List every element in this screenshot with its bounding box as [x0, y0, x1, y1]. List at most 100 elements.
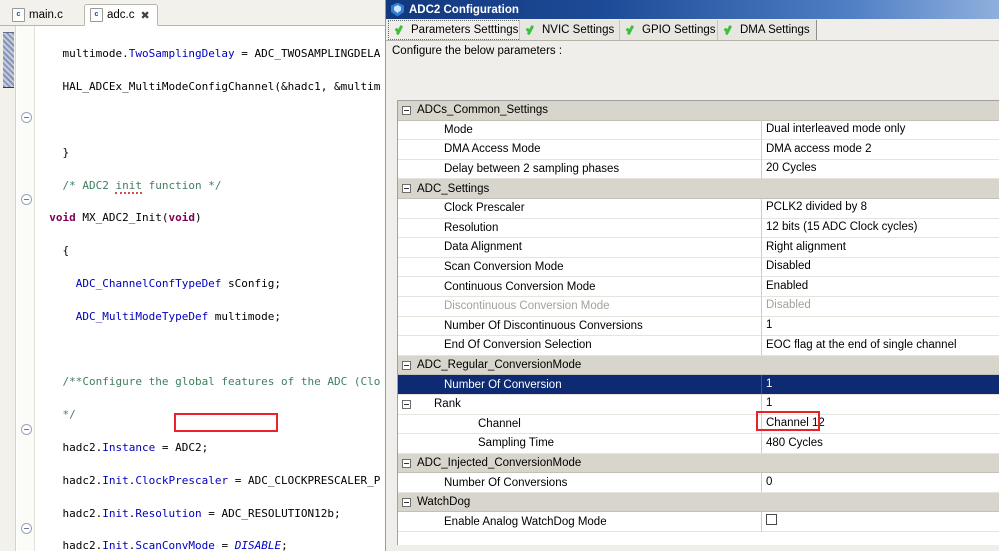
parameter-label: ADC_Settings [417, 182, 490, 195]
parameter-value[interactable]: Right alignment [761, 237, 999, 258]
editor-tab-bar: c main.c c adc.c ✖ [0, 0, 385, 26]
parameter-value [761, 355, 999, 375]
table-row[interactable]: ADC_Settings [398, 179, 999, 199]
table-row[interactable]: Clock Prescaler PCLK2 divided by 8 [398, 198, 999, 219]
dialog-subtitle: Configure the below parameters : [392, 45, 563, 57]
code-editor-pane: c main.c c adc.c ✖ multimode.TwoSampling… [0, 0, 385, 551]
editor-tab-adc-c[interactable]: c adc.c ✖ [84, 4, 158, 26]
dialog-title-bar: ADC2 Configuration [386, 0, 999, 19]
table-row[interactable]: Data Alignment Right alignment [398, 237, 999, 258]
table-row[interactable]: Rank 1 [398, 394, 999, 415]
table-row[interactable]: Discontinuous Conversion Mode Disabled [398, 296, 999, 317]
parameter-label: ADCs_Common_Settings [417, 104, 549, 117]
parameter-value [761, 492, 999, 512]
parameters-grid[interactable]: ADCs_Common_Settings Mode Dual interleaved… [397, 100, 999, 545]
c-file-icon: c [12, 8, 25, 22]
parameter-value[interactable]: 12 bits (15 ADC Clock cycles) [761, 218, 999, 238]
table-row[interactable]: End Of Conversion Selection EOC flag at t… [398, 335, 999, 370]
table-row[interactable]: Scan Conversion Mode Disabled [398, 257, 999, 278]
parameter-value[interactable]: 20 Cycles [761, 159, 999, 179]
parameter-value [761, 101, 999, 120]
close-icon[interactable]: ✖ [141, 9, 150, 22]
fold-toggle-icon[interactable] [21, 112, 32, 123]
table-row[interactable]: ADC_Injected_ConversionMode [398, 453, 999, 474]
table-row[interactable]: DMA Access Mode DMA access mode 2 [398, 139, 999, 160]
tab-gpio-settings[interactable]: GPIO Settings [619, 20, 723, 40]
collapse-toggle-icon[interactable] [402, 360, 411, 370]
fold-toggle-icon[interactable] [21, 424, 32, 435]
parameter-label: DMA Access Mode [444, 143, 541, 156]
parameter-value [761, 179, 999, 199]
table-row[interactable]: Sampling Time 480 Cycles [398, 433, 999, 454]
parameter-value[interactable]: 1 [761, 394, 999, 414]
shield-icon [391, 2, 404, 17]
table-row[interactable]: Channel Channel 12 [398, 414, 999, 435]
table-row[interactable]: WatchDog [398, 492, 999, 513]
parameter-label: Resolution [444, 221, 499, 234]
parameter-label: Sampling Time [478, 437, 555, 450]
dialog-tab-bar: Parameters Setttings NVIC Settings GPIO … [386, 19, 999, 41]
parameter-value[interactable]: Channel 12 [761, 414, 999, 434]
collapse-toggle-icon[interactable] [402, 106, 411, 115]
parameter-label: Number Of Conversion [444, 378, 562, 391]
parameter-label: End Of Conversion Selection [444, 339, 592, 352]
adc-configuration-dialog: ADC2 Configuration Parameters Setttings … [385, 0, 999, 551]
table-row[interactable]: Enable Analog WatchDog Mode [398, 511, 999, 533]
parameter-value[interactable]: Disabled [761, 257, 999, 277]
table-row[interactable]: ADCs_Common_Settings [398, 101, 999, 121]
fold-toggle-icon[interactable] [21, 194, 32, 205]
parameter-value[interactable]: 0 [761, 472, 999, 493]
parameter-label: ADC_Injected_ConversionMode [417, 456, 582, 469]
editor-tab-main-c[interactable]: c main.c [6, 4, 71, 26]
parameter-value[interactable]: Disabled [761, 296, 999, 317]
parameter-label: WatchDog [417, 496, 471, 509]
editor-tab-label: main.c [29, 9, 63, 21]
collapse-toggle-icon[interactable] [402, 458, 411, 468]
table-row[interactable]: Number Of Conversion 1 [398, 374, 999, 395]
parameter-label: Continuous Conversion Mode [444, 280, 596, 293]
parameter-label: Channel [478, 417, 521, 430]
checkbox-icon[interactable] [766, 514, 777, 526]
collapse-toggle-icon[interactable] [402, 497, 411, 507]
parameter-label: Delay between 2 sampling phases [444, 163, 620, 176]
table-row[interactable]: Number Of Conversions 0 [398, 472, 999, 493]
parameter-value[interactable]: PCLK2 divided by 8 [761, 198, 999, 219]
editor-folding-column[interactable] [17, 26, 35, 551]
c-file-icon: c [90, 8, 103, 22]
parameter-label: Number Of Conversions [444, 476, 568, 489]
collapse-toggle-icon[interactable] [402, 184, 411, 194]
parameter-value[interactable]: 480 Cycles [761, 433, 999, 454]
parameter-value[interactable]: Dual interleaved mode only [761, 120, 999, 140]
table-row[interactable]: Number Of Discontinuous Conversions 1 [398, 316, 999, 337]
ruler-marker[interactable] [3, 32, 14, 88]
fold-toggle-icon[interactable] [21, 523, 32, 534]
table-row[interactable]: Mode Dual interleaved mode only [398, 120, 999, 141]
table-row[interactable]: Resolution 12 bits (15 ADC Clock cycles) [398, 218, 999, 239]
tab-label: Parameters Setttings [411, 24, 519, 36]
parameter-value[interactable]: Enabled [761, 276, 999, 297]
parameter-label: Number Of Discontinuous Conversions [444, 319, 643, 332]
parameter-label: Enable Analog WatchDog Mode [444, 515, 607, 528]
page-title: ADC2 Configuration [409, 3, 519, 16]
parameter-value[interactable]: DMA access mode 2 [761, 139, 999, 160]
editor-overview-ruler[interactable] [0, 26, 16, 551]
parameter-label: Rank [434, 398, 461, 411]
parameter-value[interactable]: 1 [761, 374, 999, 395]
table-row[interactable]: Delay between 2 sampling phases 20 Cycles [398, 159, 999, 180]
tab-nvic-settings[interactable]: NVIC Settings [519, 20, 622, 40]
table-row[interactable]: ADC_Regular_ConversionMode [398, 355, 999, 376]
editor-tab-label: adc.c [107, 9, 135, 21]
parameter-label: ADC_Regular_ConversionMode [417, 359, 582, 372]
parameter-label: Discontinuous Conversion Mode [444, 300, 610, 313]
tab-dma-settings[interactable]: DMA Settings [717, 20, 817, 40]
source-code-text[interactable]: multimode.TwoSamplingDelay = ADC_TWOSAMP… [36, 26, 385, 551]
green-check-icon [395, 24, 407, 36]
parameter-value[interactable]: 1 [761, 316, 999, 336]
collapse-toggle-icon[interactable] [402, 399, 411, 409]
table-row[interactable]: Continuous Conversion Mode Enabled [398, 276, 999, 297]
parameter-label: Mode [444, 123, 473, 136]
parameter-value[interactable]: EOC flag at the end of single channel co… [761, 335, 999, 370]
tab-parameters-settings[interactable]: Parameters Setttings [388, 20, 526, 40]
parameter-checkbox[interactable] [761, 511, 999, 532]
parameter-label: Scan Conversion Mode [444, 261, 564, 274]
